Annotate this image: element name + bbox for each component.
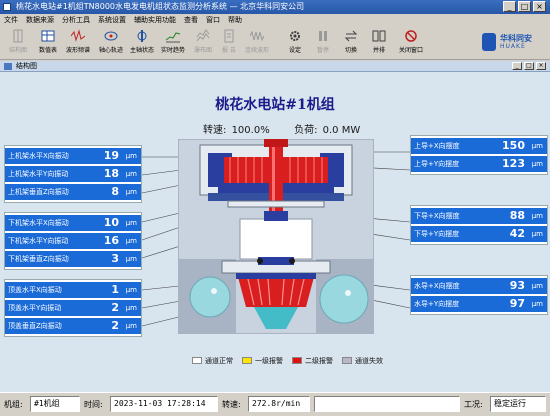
upper-guide-panel: 上导+X向摆度 150 μm 上导+Y向摆度 123 μm	[410, 135, 548, 175]
structure-window-icon	[4, 63, 12, 70]
structure-window-title: 结构图	[16, 62, 37, 70]
sensor-row[interactable]: 上导+Y向摆度 123 μm	[411, 156, 547, 172]
report-icon	[224, 29, 234, 43]
app-icon	[3, 3, 11, 11]
tile-button[interactable]: 并排	[368, 29, 390, 58]
settings-button[interactable]: 设定	[284, 29, 306, 58]
sensor-row[interactable]: 上导+X向摆度 150 μm	[411, 138, 547, 154]
waveform-button[interactable]: 波形频谱	[62, 29, 94, 58]
table-button[interactable]: 数值表	[36, 29, 60, 58]
app-window: 桃花水电站#1机组TN8000水电发电机组状态监测分析系统 — 北京华科同安公司…	[0, 0, 550, 416]
waveform-icon	[71, 29, 85, 42]
structure-window-controls: _ □ ×	[512, 62, 546, 70]
menu-analysis-tools[interactable]: 分析工具	[62, 14, 90, 27]
status-bar: 机组: #1机组 时间: 2023-11-03 17:28:14 转速: 272…	[0, 392, 550, 416]
menu-window[interactable]: 窗口	[206, 14, 220, 27]
pause-icon	[319, 31, 327, 41]
legend-normal: 通道正常	[192, 356, 233, 366]
status-empty-field	[314, 396, 460, 412]
menu-help[interactable]: 帮助	[228, 14, 242, 27]
sensor-row[interactable]: 水导+Y向摆度 97 μm	[411, 296, 547, 312]
sensor-row[interactable]: 上机架水平X向振动 19 μm	[5, 148, 141, 164]
menu-file[interactable]: 文件	[4, 14, 18, 27]
menu-view[interactable]: 查看	[184, 14, 198, 27]
sensor-row[interactable]: 下机架垂直Z向振动 3 μm	[5, 251, 141, 267]
sensor-row[interactable]: 顶盖垂直Z向振动 2 μm	[5, 318, 141, 334]
table-icon	[41, 30, 55, 42]
title-bar[interactable]: 桃花水电站#1机组TN8000水电发电机组状态监测分析系统 — 北京华科同安公司…	[0, 0, 550, 14]
sensor-row[interactable]: 顶盖水平Y向振动 2 μm	[5, 300, 141, 316]
close-window-icon	[405, 30, 417, 42]
minimize-button[interactable]: _	[503, 1, 516, 12]
lower-guide-panel: 下导+X向摆度 88 μm 下导+Y向摆度 42 μm	[410, 205, 548, 245]
menu-data-source[interactable]: 数据来源	[26, 14, 54, 27]
legend-channel-failure: 通道失效	[342, 356, 383, 366]
maximize-button[interactable]: □	[518, 1, 531, 12]
waterfall-button[interactable]: 瀑布图	[190, 29, 216, 58]
logo-mark	[482, 33, 496, 51]
legend-swatch-level1	[242, 357, 252, 364]
sub-close-button[interactable]: ×	[536, 62, 546, 70]
orbit-icon	[104, 31, 118, 41]
menu-system-settings[interactable]: 系统设置	[98, 14, 126, 27]
menu-bar: 文件 数据来源 分析工具 系统设置 辅助实用功能 查看 窗口 帮助	[0, 14, 550, 27]
lower-bracket-panel: 下机架水平X向振动 10 μm 下机架水平Y向振动 16 μm 下机架垂直Z向振…	[4, 212, 142, 270]
sensor-row[interactable]: 顶盖水平X向振动 1 μm	[5, 282, 141, 298]
turbine-guide-panel: 水导+X向摆度 93 μm 水导+Y向摆度 97 μm	[410, 275, 548, 315]
gear-icon	[290, 31, 300, 41]
structure-icon	[13, 29, 23, 43]
legend-swatch-failure	[342, 357, 352, 364]
switch-button[interactable]: 切换	[340, 29, 362, 58]
window-controls: _ □ ×	[503, 1, 546, 12]
sensor-row[interactable]: 水导+X向摆度 93 μm	[411, 278, 547, 294]
menu-utilities[interactable]: 辅助实用功能	[134, 14, 176, 27]
status-condition-label: 工况:	[464, 400, 483, 409]
status-unit-label: 机组:	[4, 400, 23, 409]
close-window-button[interactable]: 关闭窗口	[394, 29, 428, 58]
status-time-value: 2023-11-03 17:28:14	[110, 396, 218, 412]
legend-swatch-level2	[292, 357, 302, 364]
sensor-row[interactable]: 下机架水平X向振动 10 μm	[5, 215, 141, 231]
company-logo: 华科同安 HUAKE	[482, 31, 542, 55]
sensor-row[interactable]: 下导+X向摆度 88 μm	[411, 208, 547, 224]
sensor-row[interactable]: 下导+Y向摆度 42 μm	[411, 226, 547, 242]
continuous-waveform-button[interactable]: 连续波形	[242, 29, 272, 58]
close-button[interactable]: ×	[533, 1, 546, 12]
window-title: 桃花水电站#1机组TN8000水电发电机组状态监测分析系统 — 北京华科同安公司	[16, 2, 305, 11]
pause-button[interactable]: 暂停	[312, 29, 334, 58]
trend-icon	[166, 32, 180, 43]
legend-level1-alarm: 一级报警	[242, 356, 283, 366]
legend-level2-alarm: 二级报警	[292, 356, 333, 366]
structure-view: 桃花水电站#1机组 转速: 100.0% 负荷: 0.0 MW 上机架水平X向振…	[0, 72, 550, 392]
continuous-icon	[250, 30, 264, 42]
sub-maximize-button[interactable]: □	[524, 62, 534, 70]
tile-icon	[372, 30, 386, 42]
waterfall-icon	[196, 29, 210, 42]
upper-bracket-panel: 上机架水平X向振动 19 μm 上机架水平Y向振动 18 μm 上机架垂直Z向振…	[4, 145, 142, 203]
status-speed-label: 转速:	[222, 400, 241, 409]
realtime-trend-button[interactable]: 实时趋势	[158, 29, 188, 58]
report-button[interactable]: 报 告	[218, 29, 240, 58]
toolbar: 结构图 数值表 波形频谱 轴心轨迹 主轴状态 实时趋势 瀑布图 报 告 连续波形…	[0, 27, 550, 60]
status-unit-value: #1机组	[30, 396, 80, 412]
shaft-icon	[137, 30, 147, 42]
orbit-button[interactable]: 轴心轨迹	[96, 29, 126, 58]
sub-minimize-button[interactable]: _	[512, 62, 522, 70]
legend-swatch-normal	[192, 357, 202, 364]
status-condition-value: 稳定运行	[490, 396, 546, 412]
shaft-status-button[interactable]: 主轴状态	[128, 29, 156, 58]
sensor-row[interactable]: 上机架垂直Z向振动 8 μm	[5, 184, 141, 200]
structure-button[interactable]: 结构图	[4, 29, 32, 58]
sensor-row[interactable]: 下机架水平Y向振动 16 μm	[5, 233, 141, 249]
sensor-row[interactable]: 上机架水平Y向振动 18 μm	[5, 166, 141, 182]
structure-window-titlebar[interactable]: 结构图 _ □ ×	[0, 61, 550, 72]
status-time-label: 时间:	[84, 400, 103, 409]
generator-unit-diagram	[178, 139, 374, 334]
head-cover-panel: 顶盖水平X向振动 1 μm 顶盖水平Y向振动 2 μm 顶盖垂直Z向振动 2 μ…	[4, 279, 142, 337]
switch-icon	[344, 30, 358, 42]
status-speed-value: 272.8r/min	[248, 396, 310, 412]
